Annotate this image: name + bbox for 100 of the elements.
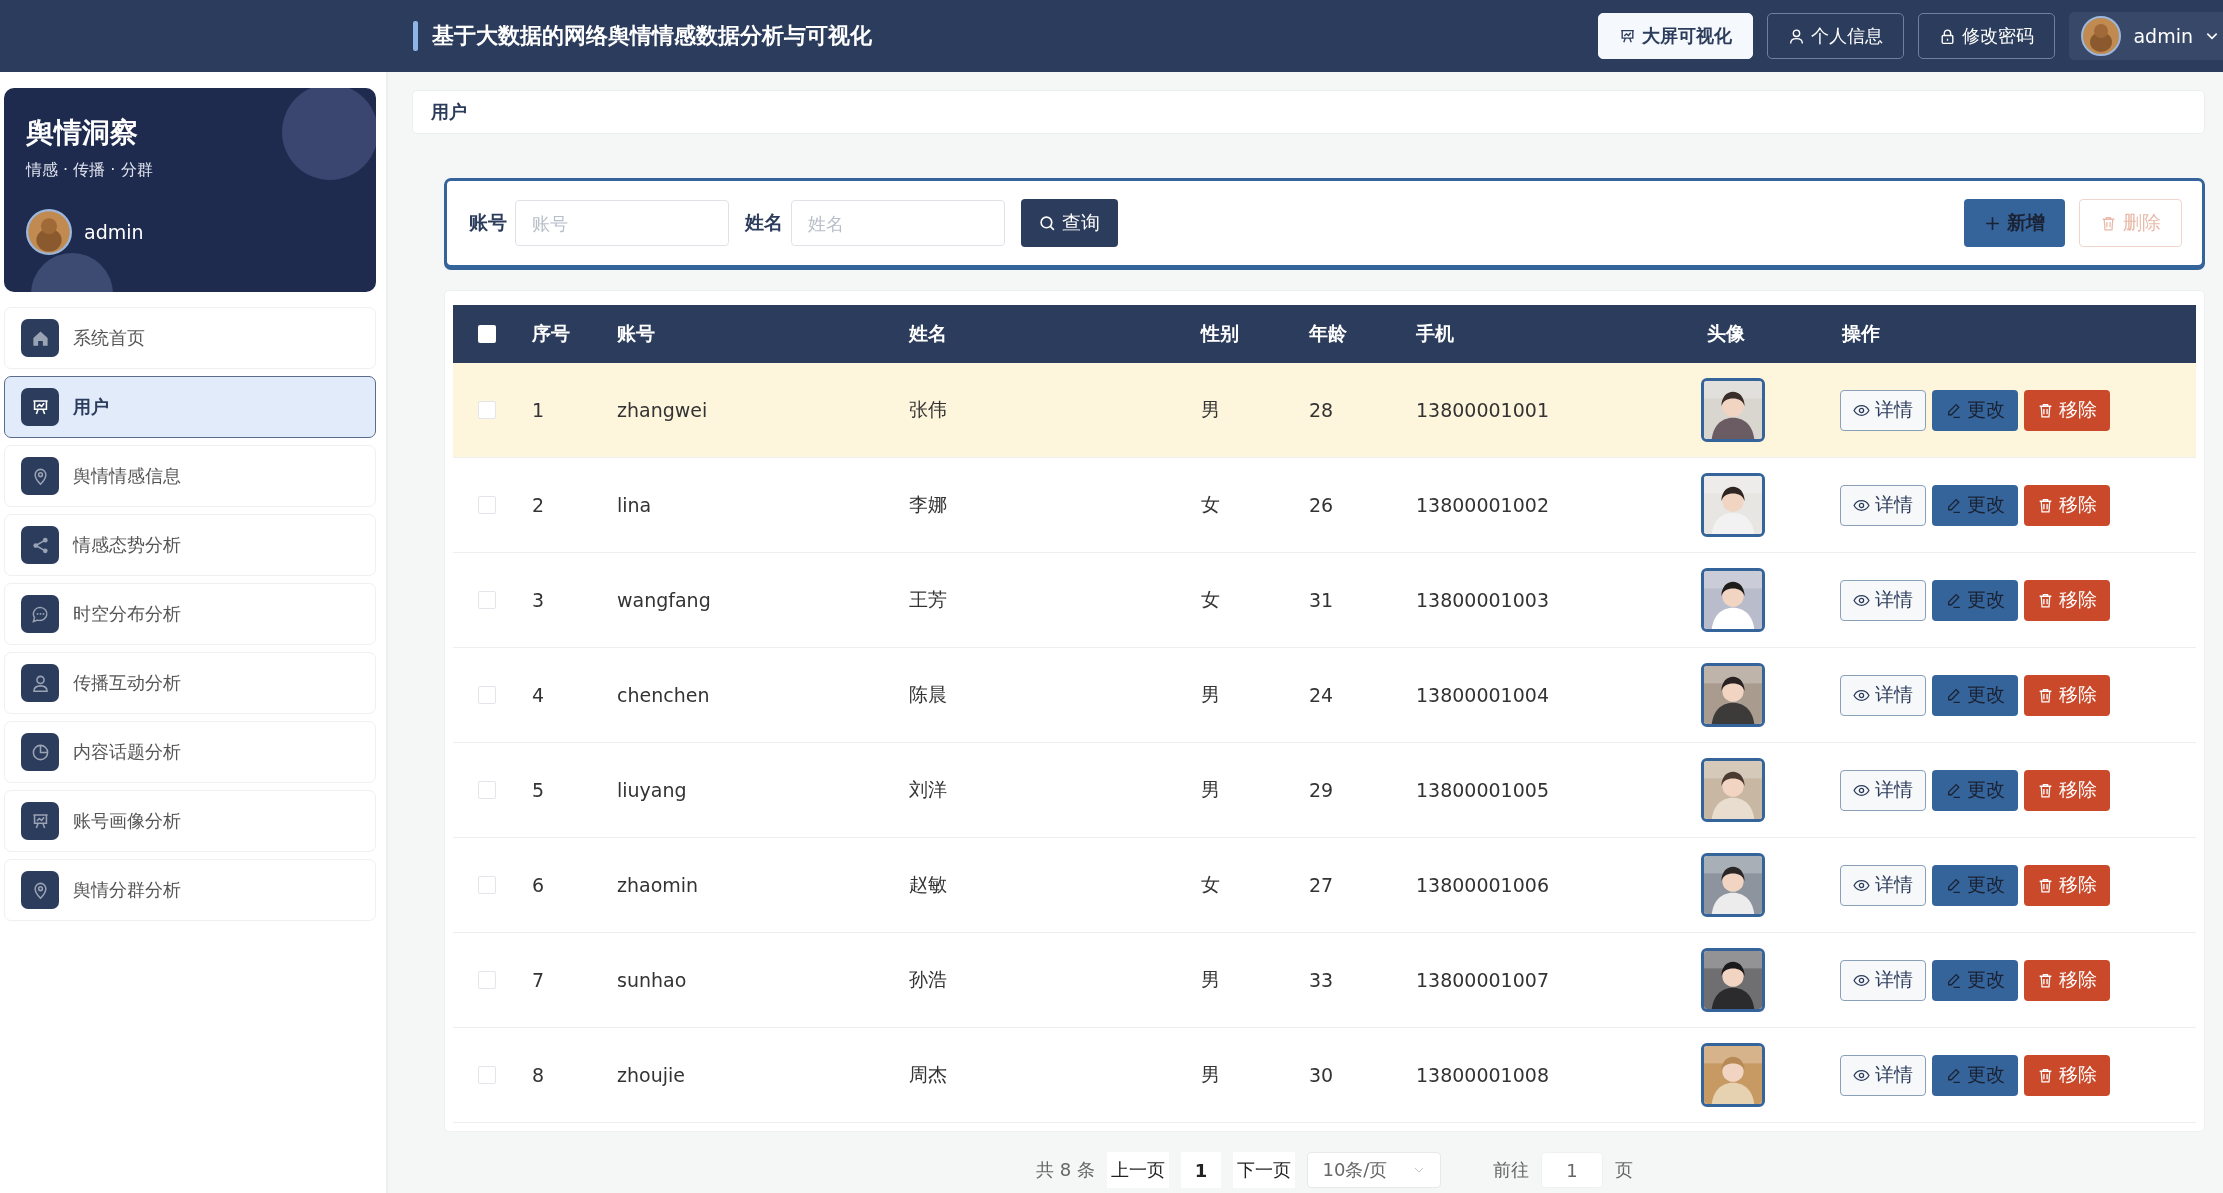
total-count: 共 8 条 [1036, 1158, 1095, 1182]
sidebar-item[interactable]: 系统首页 [4, 307, 376, 369]
table-cell-text: 33 [1308, 969, 1335, 991]
table-cell-text: zhangwei [616, 399, 709, 421]
page-input[interactable]: 1 [1540, 1152, 1603, 1188]
table-cell-text: 女 [1200, 492, 1221, 517]
row-action-button[interactable]: 移除 [2024, 769, 2110, 811]
table-cell-text: zhoujie [616, 1064, 686, 1086]
field-label: 账号 [469, 210, 507, 235]
table-cell-text: 5 [531, 779, 546, 801]
table-cell-text: 24 [1308, 684, 1335, 706]
table-cell-text: 27 [1308, 874, 1335, 896]
row-action-button[interactable]: 详情 [1840, 579, 1926, 621]
row-action-button[interactable]: 详情 [1840, 1054, 1926, 1096]
sidebar-item[interactable]: 舆情情感信息 [4, 445, 376, 507]
input-field[interactable]: 姓名 [791, 200, 1005, 246]
table-cell-text: 孙浩 [908, 967, 948, 992]
table-cell-text: 4 [531, 684, 546, 706]
column-header: 账号 [616, 321, 656, 346]
table-cell-text: 13800001003 [1415, 589, 1550, 611]
table-cell-text: 男 [1200, 1062, 1221, 1087]
table-cell-text: 周杰 [908, 1062, 948, 1087]
breadcrumb: 用户 [431, 100, 467, 124]
table-row[interactable]: 1 zhangwei 张伟 男 28 13800001001 详情 更改 移除 [453, 363, 2196, 458]
column-header: 姓名 [907, 321, 948, 346]
row-action-button[interactable]: 详情 [1840, 484, 1926, 526]
column-header: 年龄 [1308, 321, 1348, 346]
table-cell-text: 31 [1308, 589, 1335, 611]
header-button[interactable]: 大屏可视化 [1598, 13, 1754, 59]
table-cell-text: 13800001006 [1415, 874, 1550, 896]
table-cell-text: 28 [1308, 399, 1335, 421]
column-header: 性别 [1199, 321, 1240, 346]
table-cell-text: 8 [531, 1064, 546, 1086]
table-cell-text: 李娜 [908, 492, 948, 517]
table-cell-text: 2 [531, 494, 546, 516]
row-action-button[interactable]: 详情 [1840, 769, 1926, 811]
table-cell-text: 赵敏 [908, 872, 948, 897]
sidebar-item[interactable]: 情感态势分析 [4, 514, 376, 576]
table-cell-text: zhaomin [616, 874, 700, 896]
table-cell-text: 13800001001 [1415, 399, 1550, 421]
sidebar-item[interactable]: 舆情分群分析 [4, 859, 376, 921]
sidebar-item[interactable]: 账号画像分析 [4, 790, 376, 852]
app-title: 基于大数据的网络舆情情感数据分析与可视化 [432, 22, 872, 50]
row-action-button[interactable]: 详情 [1840, 674, 1926, 716]
sidebar-item[interactable]: 传播互动分析 [4, 652, 376, 714]
row-action-button[interactable]: 详情 [1840, 959, 1926, 1001]
table-cell-text: sunhao [616, 969, 688, 991]
column-header: 序号 [531, 321, 571, 346]
table-cell-text: lina [616, 494, 653, 516]
row-action-button[interactable]: 移除 [2024, 389, 2110, 431]
table-cell-text: 张伟 [908, 397, 948, 422]
brand-name: 舆情洞察 [26, 115, 139, 151]
table-cell-text: 7 [531, 969, 546, 991]
table-cell-text: 3 [531, 589, 546, 611]
table-cell-text: 陈晨 [908, 682, 948, 707]
goto-label: 前往 [1492, 1158, 1529, 1182]
next-page-button[interactable]: 下一页 [1232, 1152, 1295, 1188]
table-cell-text: 13800001004 [1415, 684, 1550, 706]
table-cell-text: liuyang [616, 779, 688, 801]
row-action-button[interactable]: 移除 [2024, 864, 2110, 906]
sidebar-item[interactable]: 用户 [4, 376, 376, 438]
user-name: admin [84, 221, 144, 243]
table-cell-text: 女 [1200, 587, 1221, 612]
column-header: 头像 [1706, 321, 1746, 346]
prev-page-button[interactable]: 上一页 [1106, 1152, 1169, 1188]
table-cell-text: wangfang [616, 589, 712, 611]
column-header: 手机 [1415, 321, 1455, 346]
row-action-button[interactable]: 移除 [2024, 674, 2110, 716]
header-button[interactable]: 个人信息 [1767, 13, 1905, 59]
table-cell-text: 13800001007 [1415, 969, 1550, 991]
table-cell-text: 男 [1200, 777, 1221, 802]
page-size-select[interactable]: 10条/页 [1306, 1152, 1441, 1188]
row-action-button[interactable]: 移除 [2024, 579, 2110, 621]
table-cell-text: 26 [1308, 494, 1335, 516]
table-cell-text: 30 [1308, 1064, 1335, 1086]
page-number[interactable]: 1 [1180, 1152, 1221, 1188]
column-header: 操作 [1840, 321, 1881, 346]
user-menu[interactable]: admin [2069, 12, 2223, 60]
row-action-button[interactable]: 移除 [2024, 484, 2110, 526]
table-cell-text: 13800001008 [1415, 1064, 1550, 1086]
table-cell-text: 男 [1200, 682, 1221, 707]
table-cell-text: 29 [1308, 779, 1335, 801]
row-action-button[interactable]: 移除 [2024, 959, 2110, 1001]
search-button[interactable]: 查询 [1021, 199, 1118, 247]
table-cell-text: 男 [1200, 397, 1221, 422]
row-action-button[interactable]: 移除 [2024, 1054, 2110, 1096]
sidebar-item[interactable]: 内容话题分析 [4, 721, 376, 783]
row-action-button[interactable]: 详情 [1840, 389, 1926, 431]
input-field[interactable]: 账号 [515, 200, 729, 246]
table-cell-text: 13800001002 [1415, 494, 1550, 516]
table-cell-text: 13800001005 [1415, 779, 1550, 801]
table-cell-text: 女 [1200, 872, 1221, 897]
brand-tagline: 情感 · 传播 · 分群 [26, 160, 154, 181]
field-label: 姓名 [745, 210, 783, 235]
table-cell-text: 刘洋 [908, 777, 948, 802]
page-unit: 页 [1614, 1158, 1633, 1182]
row-action-button[interactable]: 详情 [1840, 864, 1926, 906]
header-button[interactable]: 修改密码 [1918, 13, 2056, 59]
sidebar-item[interactable]: 时空分布分析 [4, 583, 376, 645]
table-cell-text: 6 [531, 874, 546, 896]
